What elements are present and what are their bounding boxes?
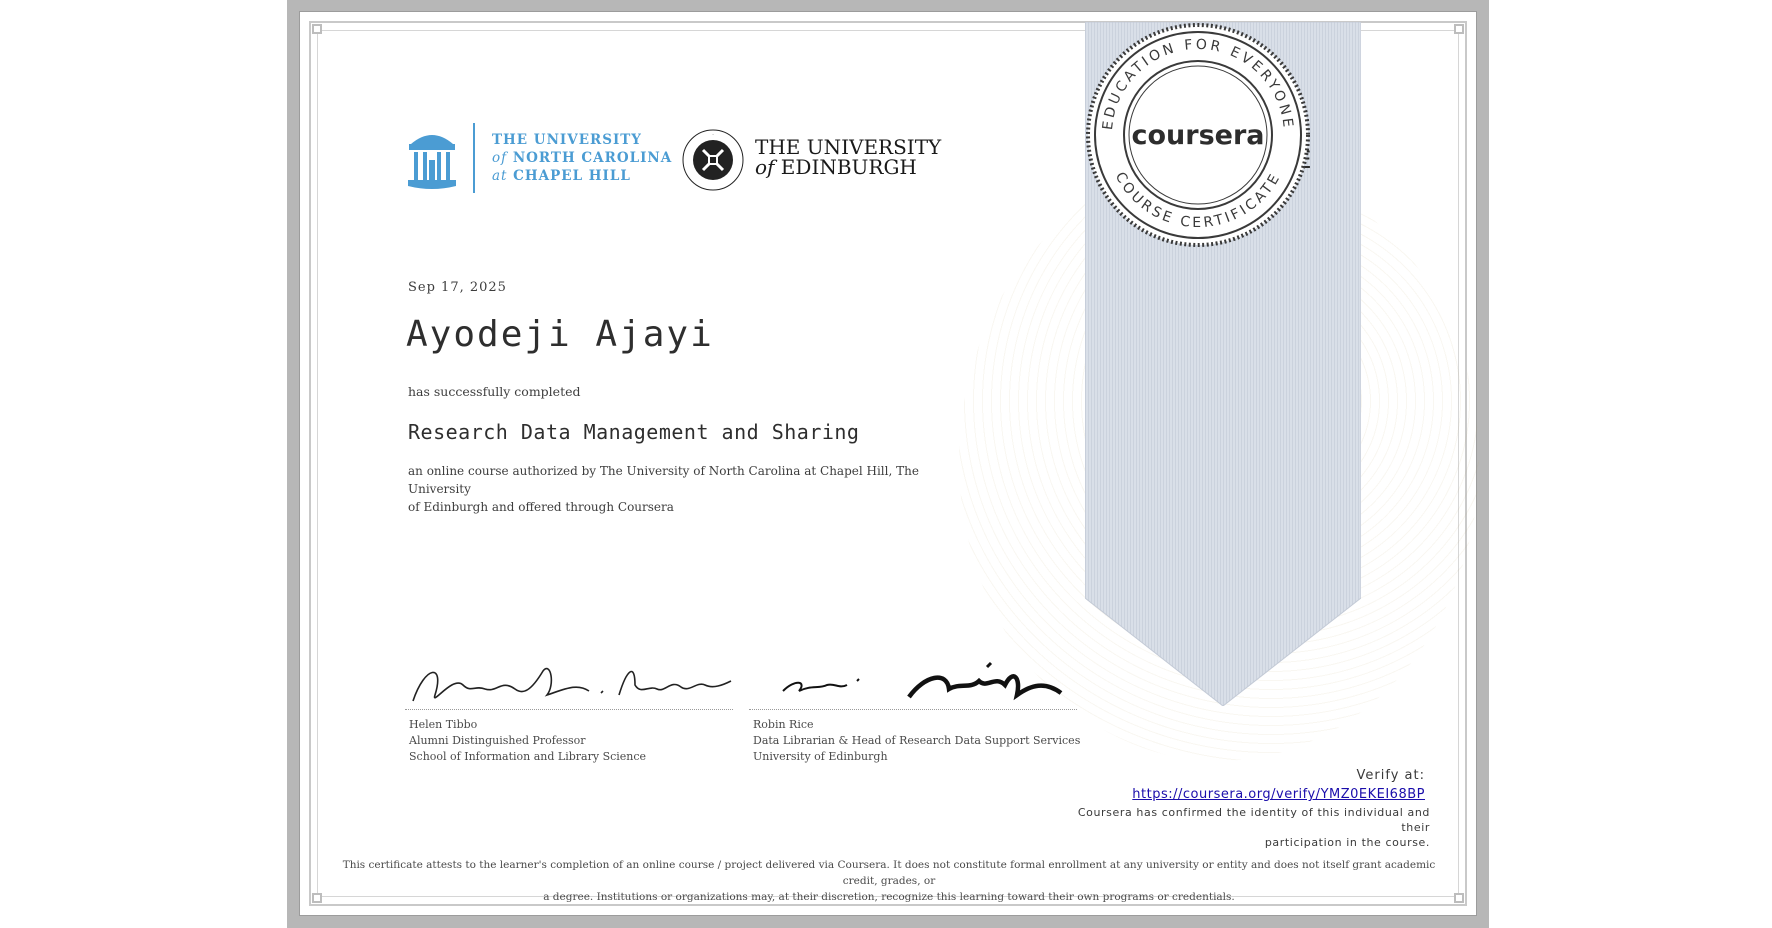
signatory-1-info: Helen Tibbo Alumni Distinguished Profess… — [409, 717, 769, 765]
logo-divider — [473, 123, 475, 193]
verify-link[interactable]: https://coursera.org/verify/YMZ0EKEI68BP — [1132, 787, 1425, 802]
frame-corner-top-left — [312, 24, 322, 34]
edinburgh-logo-text: THE UNIVERSITY of EDINBURGH — [755, 137, 941, 177]
seal-brand: coursera — [1131, 120, 1264, 151]
identity-confirmation-line2: participation in the course. — [1264, 836, 1430, 849]
signatory-1-title: Alumni Distinguished Professor — [409, 734, 586, 747]
authorization-line2: of Edinburgh and offered through Courser… — [408, 500, 674, 514]
signatory-1-org: School of Information and Library Scienc… — [409, 750, 647, 763]
unc-old-well-icon — [408, 135, 456, 189]
certificate-disclaimer: This certificate attests to the learner'… — [330, 857, 1448, 905]
edinburgh-logo-line1: THE UNIVERSITY — [755, 135, 942, 159]
unc-logo-line2: of NORTH CAROLINA — [492, 150, 673, 166]
signature-line-2 — [749, 709, 1077, 710]
verify-block: Verify at: https://coursera.org/verify/Y… — [1132, 768, 1425, 802]
coursera-seal: EDUCATION FOR EVERYONE COURSE CERTIFICAT… — [1086, 23, 1310, 247]
unc-logo-line3: at CHAPEL HILL — [492, 168, 631, 184]
signature-block-1: Helen Tibbo Alumni Distinguished Profess… — [405, 655, 733, 763]
edinburgh-logo-line2: of EDINBURGH — [755, 155, 917, 179]
recipient-name: Ayodeji Ajayi — [406, 314, 714, 355]
identity-confirmation-line1: Coursera has confirmed the identity of t… — [1077, 806, 1430, 834]
frame-corner-bottom-right — [1454, 893, 1464, 903]
authorization-text: an online course authorized by The Unive… — [408, 462, 968, 516]
authorization-line1: an online course authorized by The Unive… — [408, 464, 919, 496]
completed-text: has successfully completed — [408, 384, 581, 399]
disclaimer-line1: This certificate attests to the learner'… — [342, 859, 1436, 887]
signatory-2-title: Data Librarian & Head of Research Data S… — [753, 734, 1081, 747]
frame-corner-top-right — [1454, 24, 1464, 34]
signature-robin-rice — [782, 661, 1063, 701]
signature-line-1 — [405, 709, 733, 710]
signatory-2-info: Robin Rice Data Librarian & Head of Rese… — [753, 717, 1113, 765]
edinburgh-crest-icon: · — [682, 129, 744, 191]
certificate-ribbon: COURSE CERTIFICATE EDUCATION FOR EVERYON… — [1085, 22, 1361, 706]
disclaimer-line2: a degree. Institutions or organizations … — [543, 891, 1235, 903]
completion-date: Sep 17, 2025 — [408, 280, 507, 295]
signatory-2-org: University of Edinburgh — [753, 750, 888, 763]
course-title: Research Data Management and Sharing — [408, 420, 860, 444]
verify-label: Verify at: — [1356, 768, 1425, 783]
signatory-2-name: Robin Rice — [753, 718, 814, 731]
unc-logo-text: THE UNIVERSITY of NORTH CAROLINA at CHAP… — [492, 131, 672, 185]
identity-confirmation: Coursera has confirmed the identity of t… — [1050, 805, 1430, 850]
frame-corner-bottom-left — [312, 893, 322, 903]
signatory-1-name: Helen Tibbo — [409, 718, 478, 731]
signature-helen-tibbo — [412, 667, 732, 702]
unc-logo-line1: THE UNIVERSITY — [492, 132, 642, 148]
svg-text:·: · — [712, 132, 714, 138]
signature-block-2: Robin Rice Data Librarian & Head of Rese… — [749, 655, 1080, 763]
